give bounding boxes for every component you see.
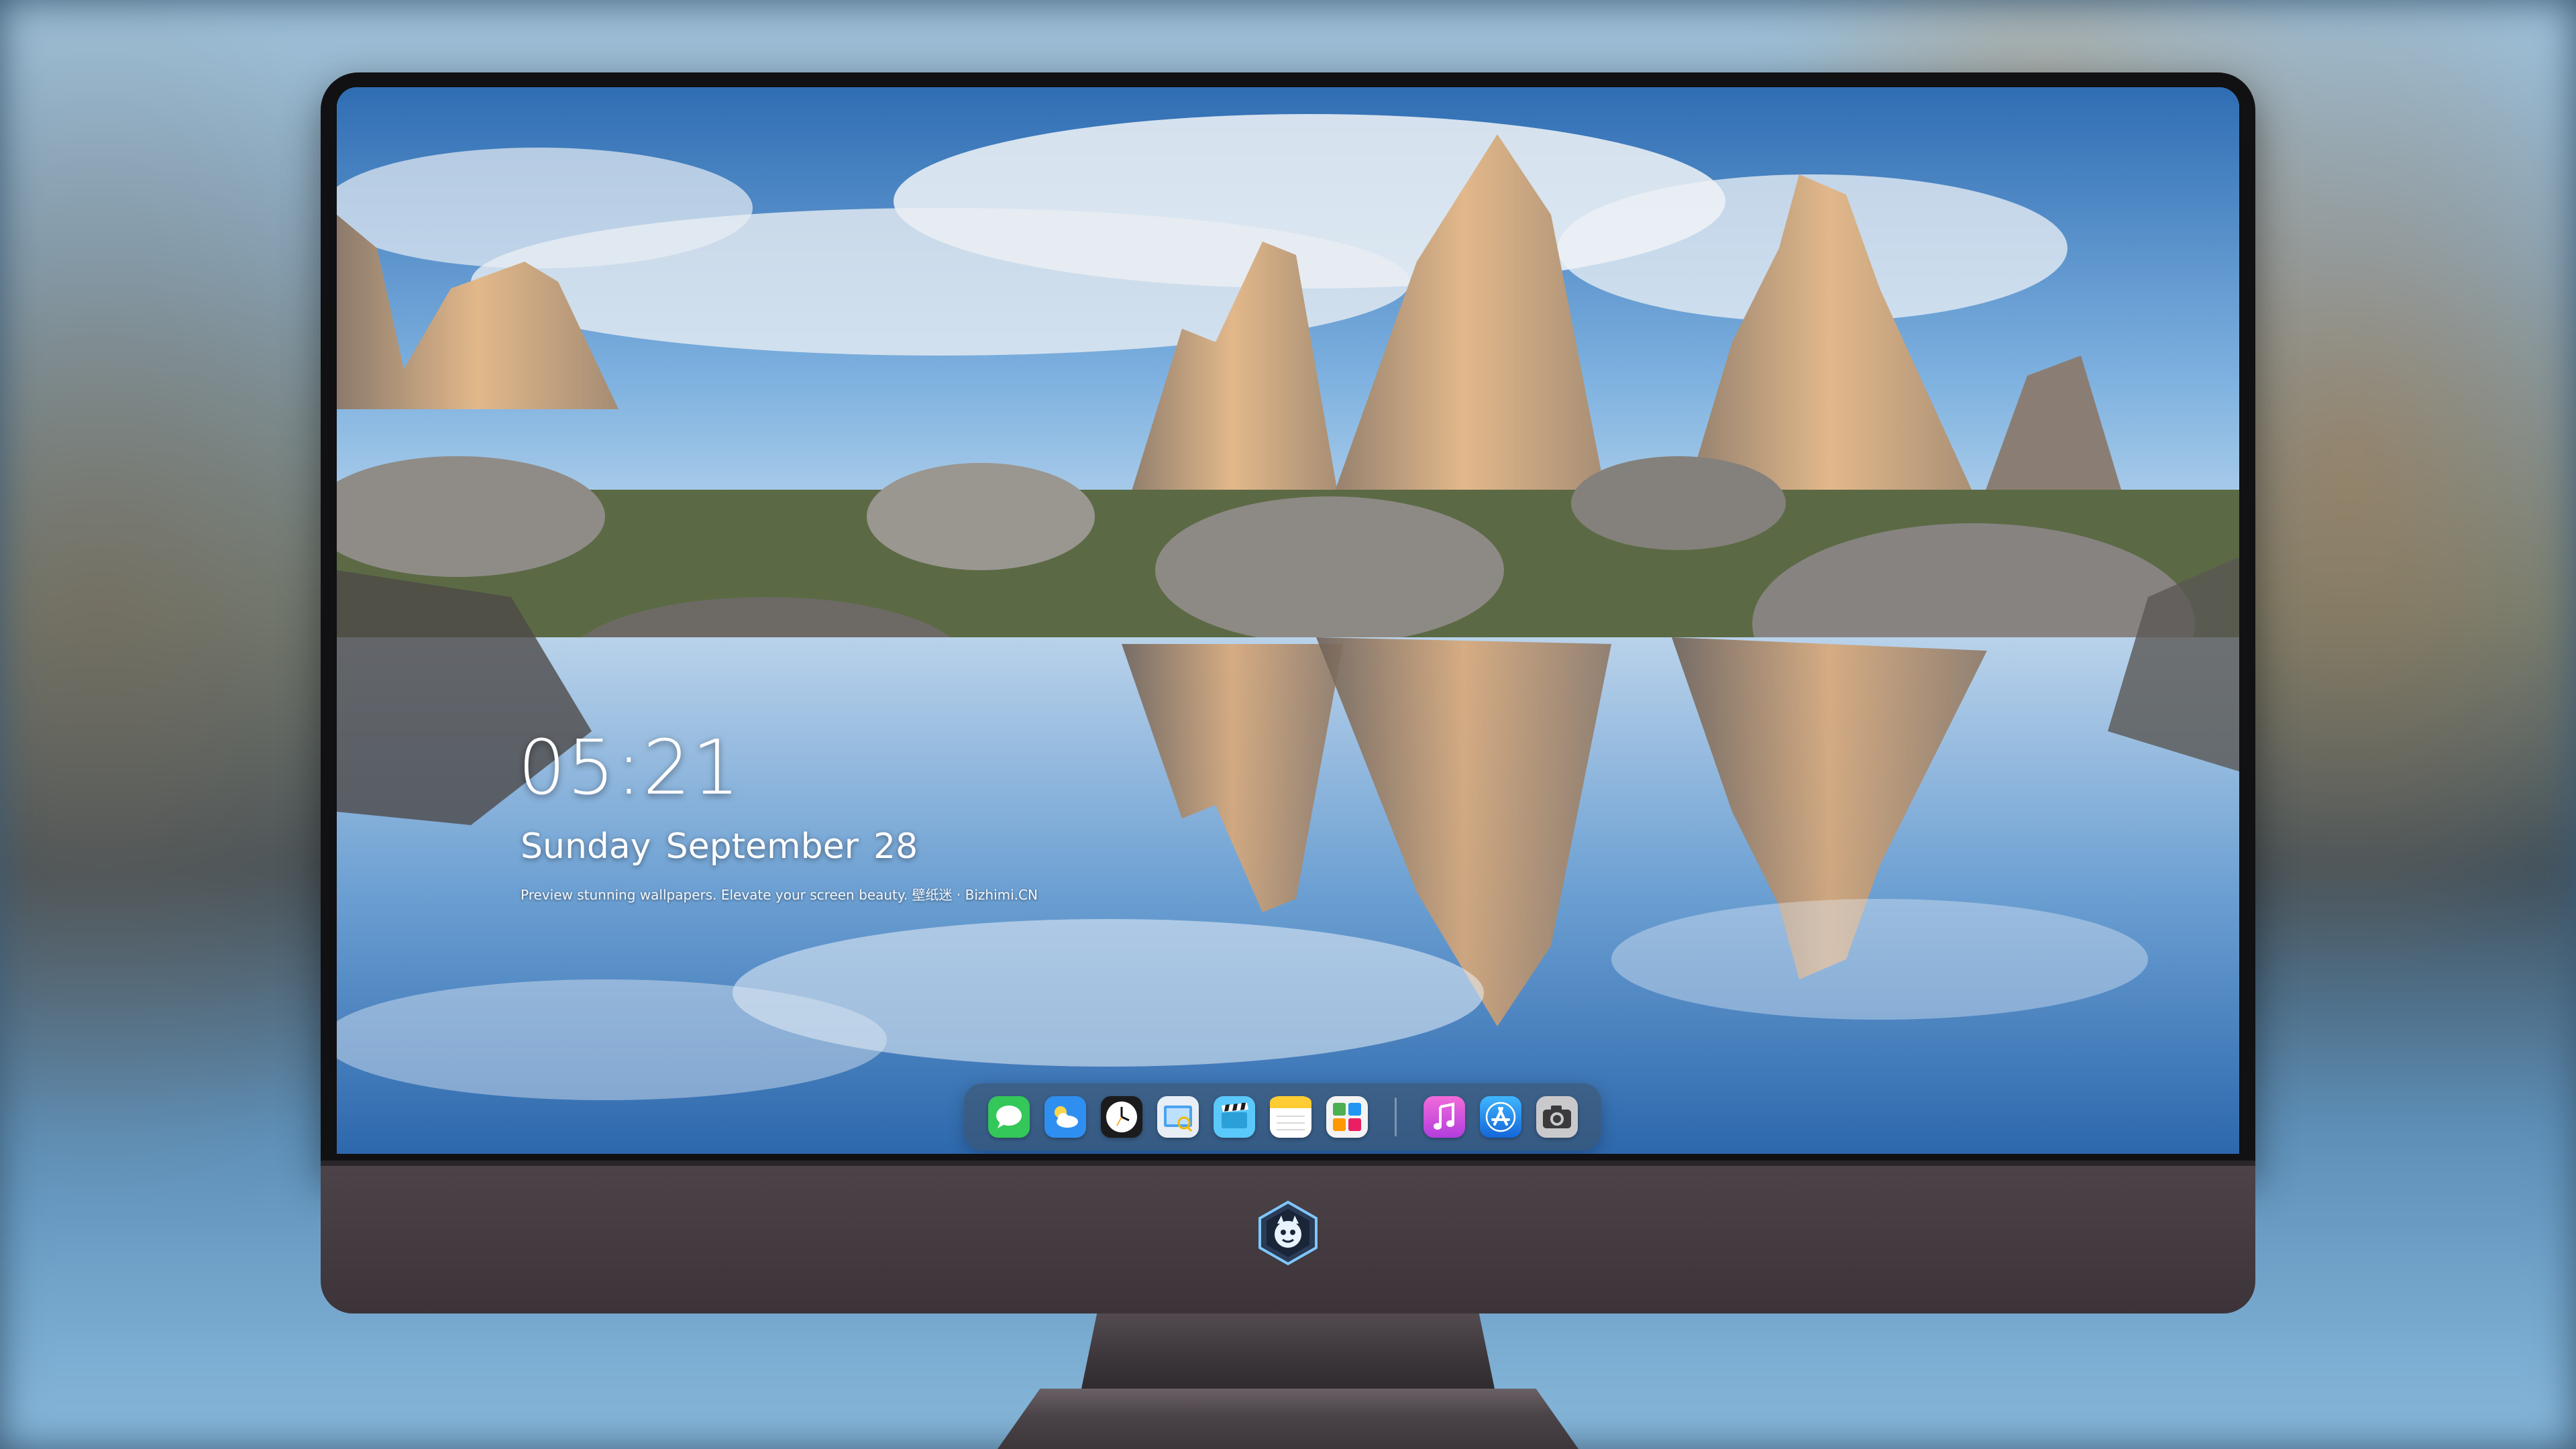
clock-app-button[interactable] [1100,1096,1142,1138]
weather-app-button[interactable] [1044,1096,1086,1138]
camera-icon [1536,1096,1578,1138]
app-store-icon [1479,1096,1521,1138]
notes-icon [1269,1096,1311,1138]
wallpaper-credit-text: Preview stunning wallpapers. Elevate you… [521,887,1038,903]
messages-app-button[interactable] [987,1096,1030,1138]
monitor-screen: 05:21 Sunday September 28 Preview stunning… [337,87,2239,1154]
app-store-button[interactable] [1479,1096,1521,1138]
preview-icon [1157,1096,1199,1138]
clock-icon [1100,1096,1142,1138]
camera-app-button[interactable] [1536,1096,1578,1138]
music-icon [1423,1096,1465,1138]
dock-separator [1394,1097,1397,1136]
date-month: September [665,826,859,867]
weather-icon [1044,1096,1086,1138]
date-day: 28 [873,826,918,867]
messages-icon [987,1096,1030,1138]
lockscreen-date: Sunday September 28 [521,826,932,867]
app-dock [964,1083,1601,1150]
monitor-stand-base [993,1389,1583,1449]
date-weekday: Sunday [521,826,651,867]
desktop-scene: 05:21 Sunday September 28 Preview stunning… [0,0,2576,1449]
notes-app-button[interactable] [1269,1096,1311,1138]
clips-app-button[interactable] [1213,1096,1255,1138]
gallery-app-button[interactable] [1326,1096,1368,1138]
mountain-lake-wallpaper [337,87,2239,1154]
clapper-icon [1213,1096,1255,1138]
lockscreen-clock: 05:21 [518,724,741,812]
dragon-mascot-logo [1258,1200,1318,1266]
preview-app-button[interactable] [1157,1096,1199,1138]
gallery-icon [1326,1096,1368,1138]
music-app-button[interactable] [1423,1096,1465,1138]
